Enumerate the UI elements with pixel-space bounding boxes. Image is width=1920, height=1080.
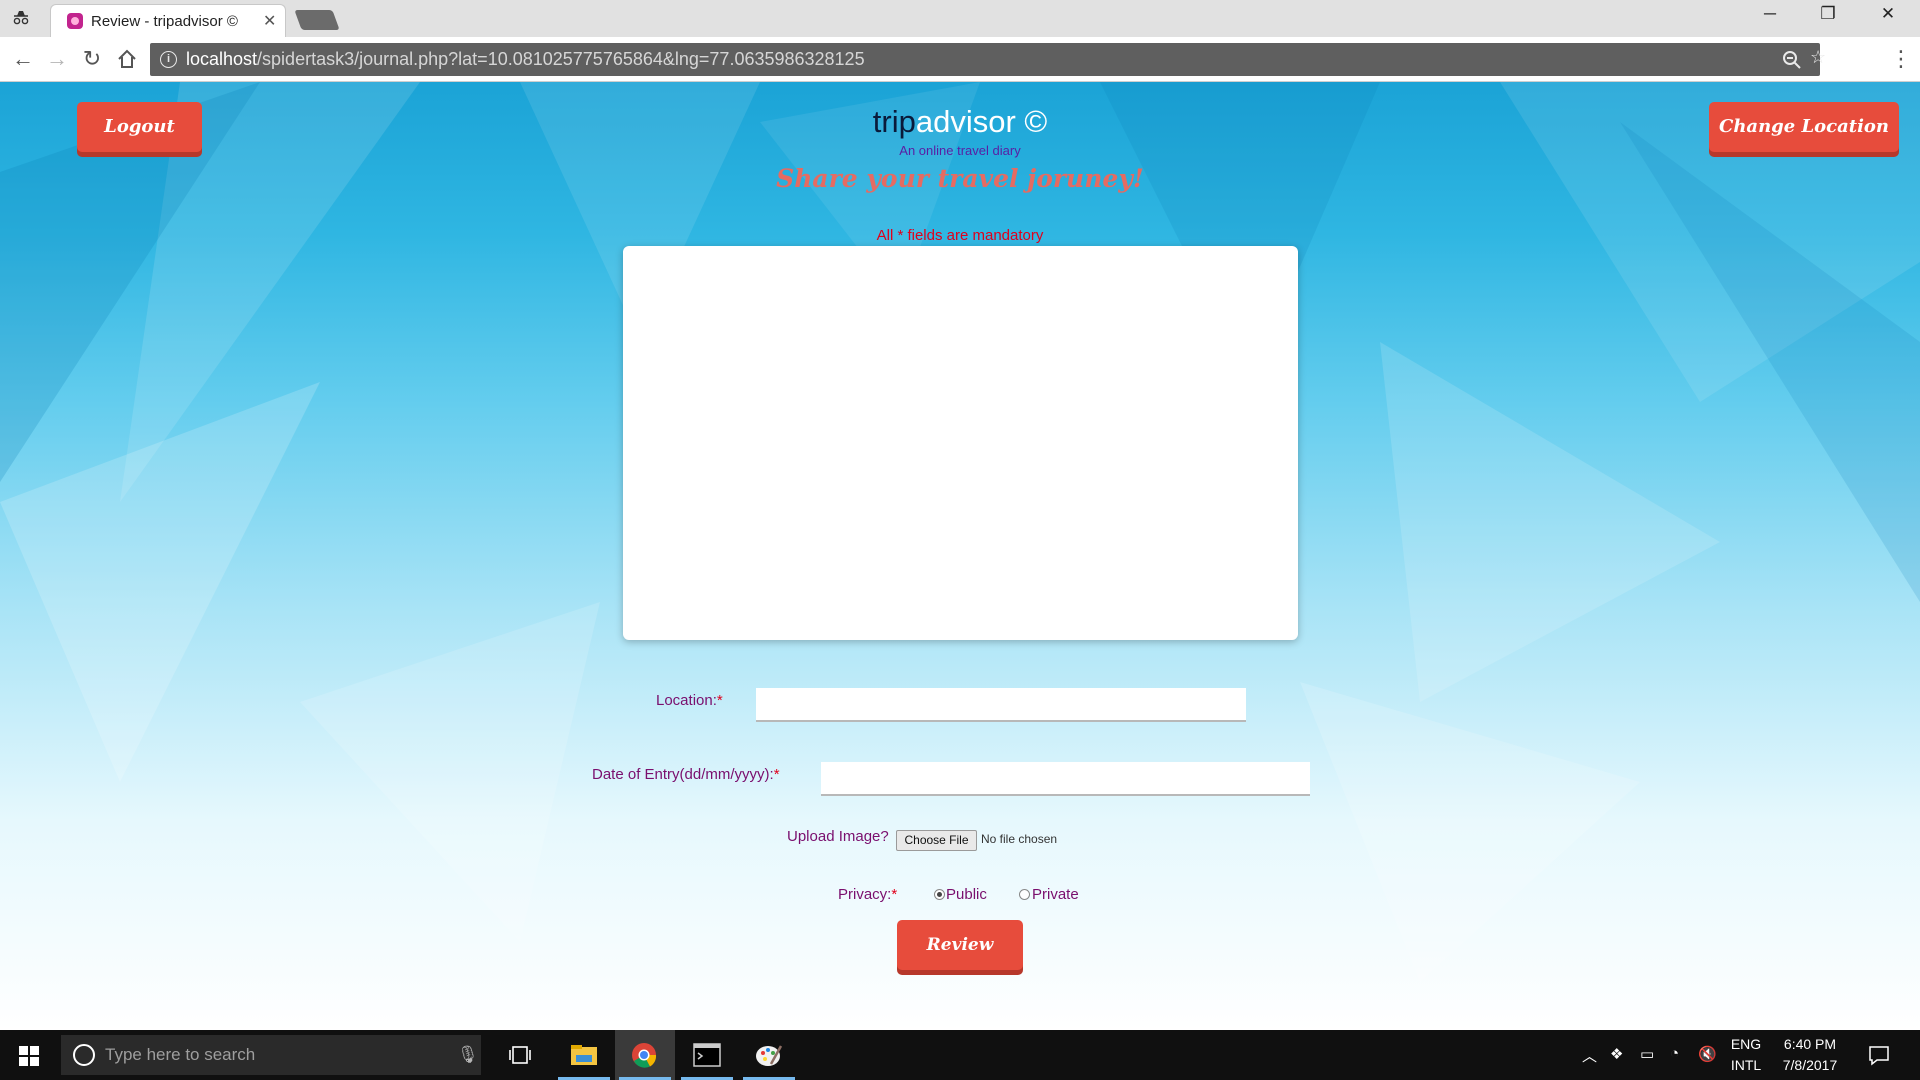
- dropbox-icon[interactable]: ❖: [1610, 1045, 1623, 1063]
- info-icon[interactable]: i: [160, 51, 177, 68]
- page-viewport: Logout Change Location tripadvisor © An …: [0, 82, 1920, 1030]
- tab-title: Review - tripadvisor ©: [91, 13, 238, 30]
- close-tab-icon[interactable]: ✕: [263, 11, 276, 31]
- address-bar[interactable]: i localhost/spidertask3/journal.php?lat=…: [150, 43, 1826, 76]
- map-panel[interactable]: [623, 246, 1298, 640]
- upload-label: Upload Image?: [787, 828, 889, 845]
- windows-start-icon[interactable]: [19, 1046, 39, 1066]
- terminal-app[interactable]: [677, 1030, 737, 1080]
- back-arrow-icon[interactable]: ←: [8, 46, 38, 72]
- file-explorer-app[interactable]: [554, 1030, 614, 1080]
- page-heading: Share your travel joruney!: [776, 164, 1144, 193]
- task-view-icon[interactable]: [508, 1045, 532, 1065]
- location-label: Location:*: [656, 692, 723, 709]
- review-submit-button[interactable]: Review: [897, 920, 1023, 970]
- restore-icon[interactable]: ❐: [1808, 4, 1848, 24]
- action-center-icon[interactable]: [1868, 1044, 1890, 1066]
- browser-toolbar: ← → ↻ i localhost/spidertask3/journal.ph…: [0, 37, 1920, 82]
- zoom-icon[interactable]: [1782, 50, 1802, 70]
- site-tagline: An online travel diary: [899, 143, 1021, 158]
- reload-icon[interactable]: ↻: [77, 46, 107, 72]
- privacy-label: Privacy:*: [838, 886, 898, 903]
- privacy-public-radio[interactable]: [934, 889, 945, 900]
- location-input[interactable]: [756, 688, 1246, 722]
- tripadvisor-favicon-icon: [67, 13, 83, 29]
- paint-icon: [756, 1045, 783, 1066]
- date-input[interactable]: [821, 762, 1310, 796]
- input-language[interactable]: ENG INTL: [1726, 1034, 1766, 1076]
- minimize-icon[interactable]: ─: [1750, 4, 1790, 24]
- date-label: Date of Entry(dd/mm/yyyy):*: [592, 766, 780, 783]
- chrome-icon: [632, 1043, 657, 1068]
- home-icon[interactable]: [116, 49, 138, 69]
- privacy-public-label[interactable]: Public: [946, 886, 987, 903]
- paint-app[interactable]: [739, 1030, 799, 1080]
- taskbar-search-placeholder: Type here to search: [105, 1045, 256, 1064]
- close-window-icon[interactable]: ✕: [1868, 4, 1908, 24]
- incognito-icon: [13, 11, 29, 25]
- terminal-icon: [693, 1043, 721, 1067]
- browser-tab[interactable]: Review - tripadvisor © ✕: [50, 4, 286, 37]
- browser-menu-icon[interactable]: ⋮: [1890, 46, 1912, 72]
- volume-muted-icon[interactable]: 🔇: [1698, 1045, 1717, 1063]
- battery-icon[interactable]: ▭: [1640, 1045, 1654, 1063]
- microphone-icon[interactable]: 🎙: [457, 1045, 479, 1065]
- url-text[interactable]: localhost/spidertask3/journal.php?lat=10…: [186, 49, 865, 70]
- taskbar-search[interactable]: Type here to search 🎙: [61, 1035, 481, 1075]
- tray-expand-icon[interactable]: ︿: [1582, 1045, 1597, 1066]
- cortana-icon: [73, 1044, 95, 1066]
- bookmark-star-icon[interactable]: ☆: [1810, 47, 1826, 68]
- chrome-app[interactable]: [615, 1030, 675, 1080]
- file-status: No file chosen: [981, 832, 1058, 846]
- browser-tabstrip: Review - tripadvisor © ✕ ─ ❐ ✕: [0, 0, 1920, 37]
- mandatory-note: All * fields are mandatory: [876, 227, 1044, 244]
- choose-file-button[interactable]: Choose File: [896, 830, 977, 851]
- forward-arrow-icon[interactable]: →: [42, 46, 72, 72]
- wifi-icon[interactable]: ◔: [1670, 1045, 1679, 1062]
- privacy-private-radio[interactable]: [1019, 889, 1030, 900]
- windows-taskbar: Type here to search 🎙 ︿ ❖ ▭ ◔ 🔇 ENG INTL…: [0, 1030, 1920, 1080]
- file-explorer-icon: [571, 1045, 597, 1065]
- site-logo: tripadvisor ©: [872, 104, 1048, 139]
- system-clock[interactable]: 6:40 PM 7/8/2017: [1765, 1034, 1855, 1076]
- privacy-private-label[interactable]: Private: [1032, 886, 1079, 903]
- new-tab-button[interactable]: [294, 10, 340, 30]
